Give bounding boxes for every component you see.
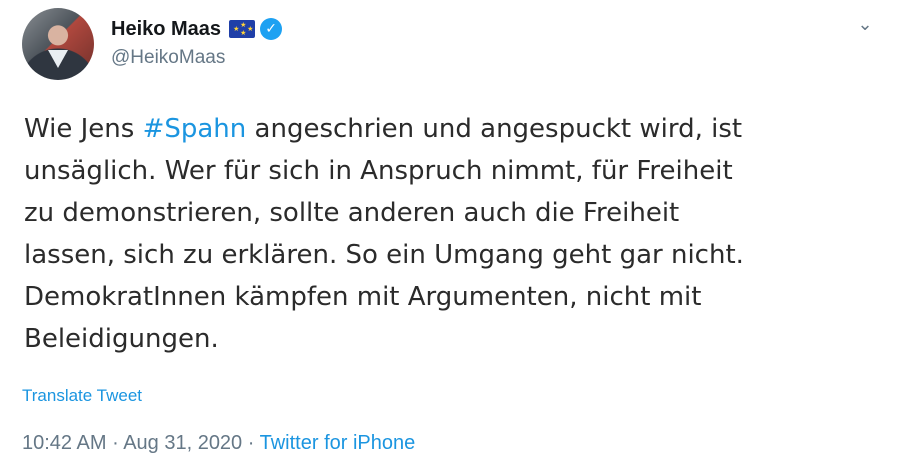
tweet-text-line1-rest: angeschrien und angespuckt wird, ist [246,114,743,144]
tweet-date[interactable]: Aug 31, 2020 [123,432,242,454]
tweet-line-3: zu demonstrieren, sollte anderen auch di… [24,198,680,228]
tweet-meta: 10:42 AM · Aug 31, 2020 · Twitter for iP… [22,432,415,455]
hashtag-link[interactable]: #Spahn [143,114,247,144]
author-name-row: Heiko Maas ★ ★ ★ ★ ✓ [111,14,283,44]
eu-flag-icon: ★ ★ ★ ★ [229,20,256,38]
tweet-line-1: Wie Jens #Spahn angeschrien und angespuc… [24,108,874,150]
author-name[interactable]: Heiko Maas [111,18,221,41]
translate-tweet-link[interactable]: Translate Tweet [22,386,142,406]
verified-badge-icon: ✓ [260,18,283,40]
author-handle[interactable]: @HeikoMaas [111,47,225,69]
meta-separator: · [242,432,260,454]
chevron-down-icon[interactable]: ⌄ [852,14,878,36]
tweet-card: Heiko Maas ★ ★ ★ ★ ✓ @HeikoMaas ⌄ Wie Je… [0,0,900,474]
tweet-text: Wie Jens #Spahn angeschrien und angespuc… [24,108,874,360]
tweet-line-5: DemokratInnen kämpfen mit Argumenten, ni… [24,282,702,312]
tweet-time[interactable]: 10:42 AM [22,432,107,454]
tweet-line-2: unsäglich. Wer für sich in Anspruch nimm… [24,156,733,186]
avatar[interactable] [22,8,94,80]
tweet-line-4: lassen, sich zu erklären. So ein Umgang … [24,240,744,270]
tweet-text-start: Wie Jens [24,114,143,144]
meta-separator: · [106,432,124,454]
tweet-source-link[interactable]: Twitter for iPhone [260,432,416,454]
tweet-line-6: Beleidigungen. [24,324,219,354]
